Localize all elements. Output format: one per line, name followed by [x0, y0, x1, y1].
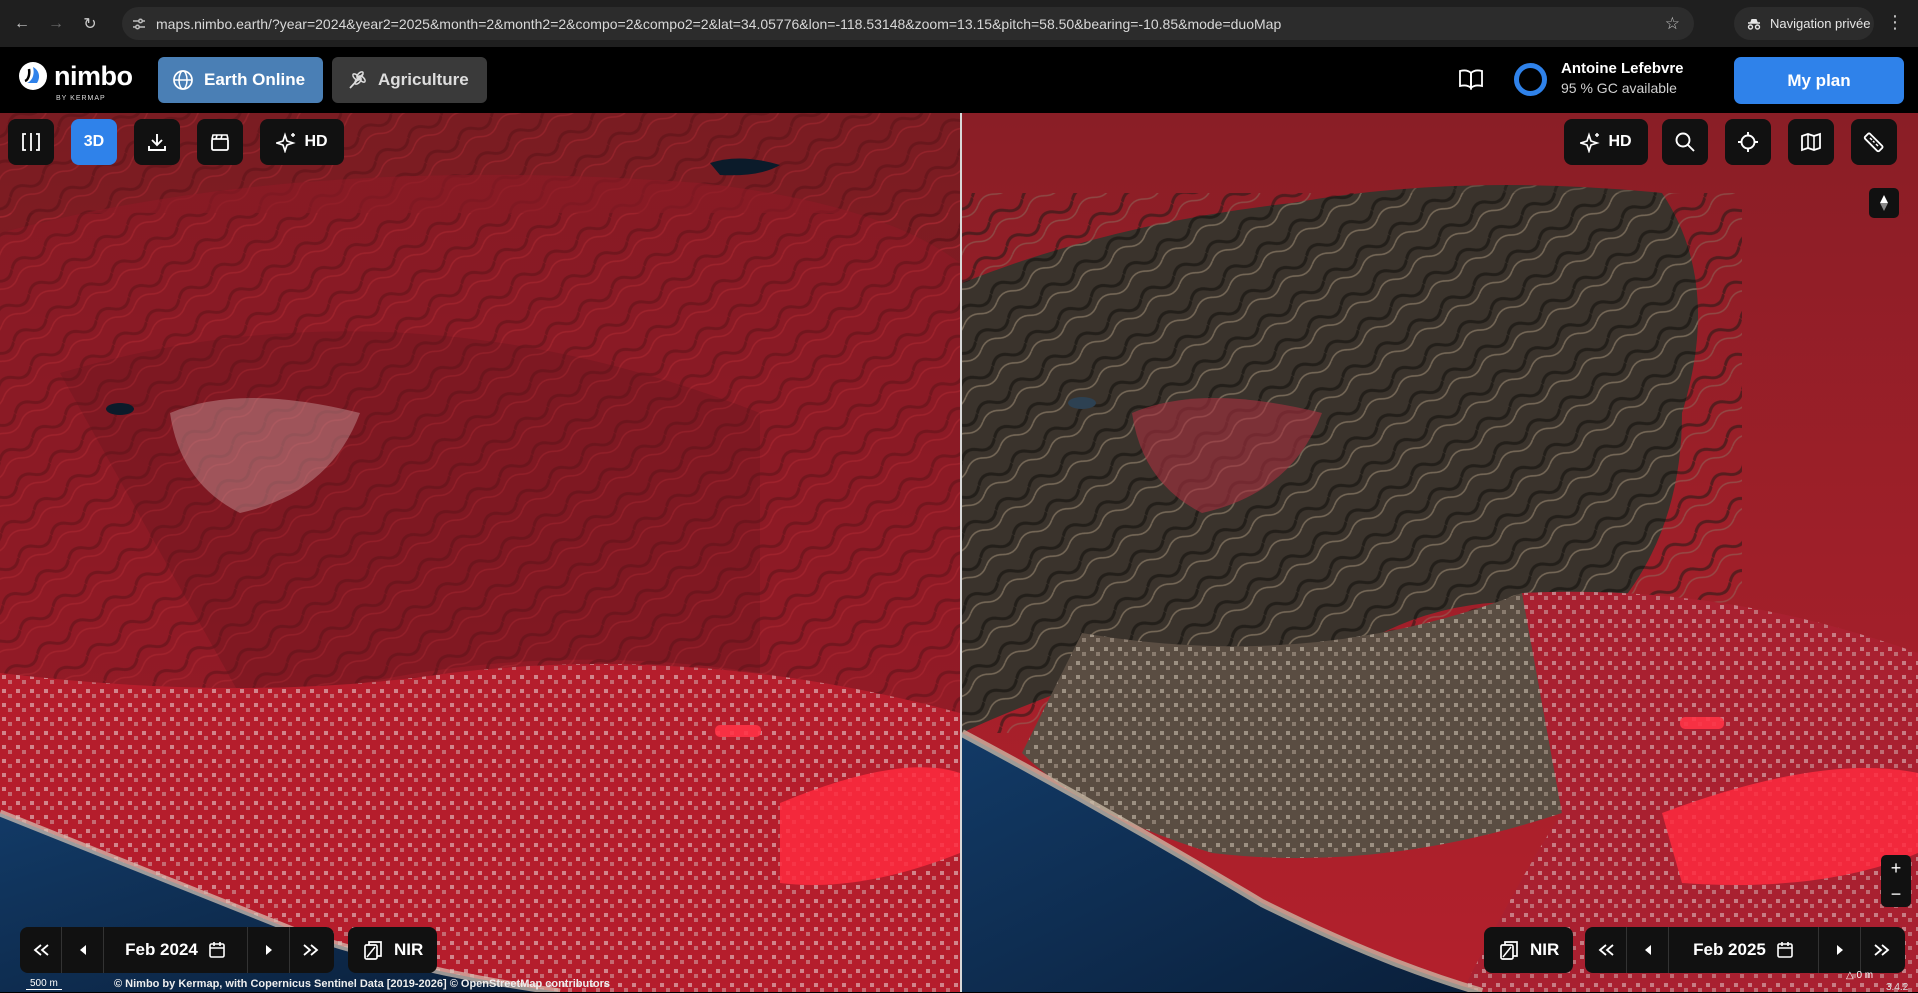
left-composite-button[interactable]: NIR [348, 927, 438, 973]
next-month-button[interactable] [248, 927, 290, 973]
rewind-year-button[interactable] [20, 927, 62, 973]
right-composite-button[interactable]: NIR [1484, 927, 1574, 973]
left-date-stepper: Feb 2024 [20, 927, 334, 973]
private-label: Navigation privée [1770, 16, 1871, 31]
forward-year-button[interactable] [290, 927, 332, 973]
left-date-picker[interactable]: Feb 2024 [104, 927, 248, 973]
gc-quota-ring-icon [1514, 63, 1547, 96]
3d-toggle-button[interactable]: 3D [71, 119, 117, 165]
ruler-icon [1863, 132, 1884, 153]
sparkle-icon [276, 132, 297, 153]
bookmark-star-icon[interactable]: ☆ [1665, 14, 1680, 34]
scale-bar: 500 m [26, 978, 62, 990]
logo-byline: BY KERMAP [56, 95, 106, 102]
map-attribution[interactable]: © Nimbo by Kermap, with Copernicus Senti… [114, 978, 610, 990]
caret-left-icon [79, 945, 86, 955]
forward-arrow-icon[interactable]: → [44, 12, 68, 36]
hd-button-right[interactable]: HD [1564, 119, 1648, 165]
mode-agriculture-button[interactable]: Agriculture [332, 57, 487, 103]
right-date-stepper: Feb 2025 [1585, 927, 1905, 973]
split-view-button[interactable] [8, 119, 54, 165]
user-name[interactable]: Antoine Lefebvre [1561, 60, 1684, 77]
calendar-icon [1777, 942, 1793, 958]
search-button[interactable] [1662, 119, 1708, 165]
my-plan-button[interactable]: My plan [1734, 57, 1904, 104]
address-bar[interactable]: maps.nimbo.earth/?year=2024&year2=2025&m… [122, 7, 1694, 40]
timelapse-button[interactable] [197, 119, 243, 165]
private-browsing-badge[interactable]: Navigation privée [1734, 7, 1874, 40]
search-icon [1675, 132, 1695, 152]
left-map-canvas[interactable]: 3D HD Feb 2024 NIR [0, 113, 960, 992]
double-chevron-left-icon [33, 944, 49, 956]
mode-agriculture-label: Agriculture [378, 70, 469, 89]
compass-needle-icon [1880, 195, 1888, 211]
split-view-icon [22, 133, 40, 151]
prev-month-button[interactable] [1627, 927, 1669, 973]
reload-icon[interactable]: ↻ [78, 12, 102, 36]
right-composite-label: NIR [1530, 940, 1560, 959]
calendar-icon [209, 942, 225, 958]
forward-year-button[interactable] [1861, 927, 1903, 973]
book-icon[interactable] [1458, 67, 1484, 96]
caret-right-icon [1836, 945, 1843, 955]
sparkle-icon [1580, 132, 1601, 153]
logo-wordmark: nimbo [54, 61, 133, 91]
measure-button[interactable] [1851, 119, 1897, 165]
zoom-control: + − [1881, 855, 1911, 907]
gc-available: 95 % GC available [1561, 80, 1677, 96]
zoom-in-button[interactable]: + [1891, 858, 1902, 879]
browser-menu-icon[interactable]: ⋮ [1886, 12, 1904, 33]
elevation-value: 0 m [1856, 970, 1874, 981]
clapperboard-icon [211, 134, 229, 151]
left-composite-label: NIR [394, 940, 424, 959]
download-button[interactable] [134, 119, 180, 165]
right-satellite-image [962, 113, 1918, 992]
right-date-label: Feb 2025 [1693, 940, 1766, 959]
right-date-picker[interactable]: Feb 2025 [1669, 927, 1819, 973]
3d-label: 3D [83, 133, 105, 150]
url-text: maps.nimbo.earth/?year=2024&year2=2025&m… [156, 15, 1282, 32]
basemap-button[interactable] [1788, 119, 1834, 165]
incognito-icon [1747, 18, 1761, 30]
hd-label-right: HD [1608, 133, 1632, 150]
site-settings-icon[interactable] [122, 16, 156, 32]
browser-toolbar: ← → ↻ maps.nimbo.earth/?year=2024&year2=… [0, 0, 1918, 47]
next-month-button[interactable] [1819, 927, 1861, 973]
nimbo-logo-mark [19, 62, 47, 90]
locate-button[interactable] [1725, 119, 1771, 165]
compass-button[interactable] [1869, 188, 1899, 218]
globe-icon [173, 70, 193, 90]
download-icon [148, 134, 166, 151]
hd-label-left: HD [304, 133, 328, 150]
left-satellite-image [0, 113, 960, 992]
left-date-label: Feb 2024 [125, 940, 198, 959]
back-arrow-icon[interactable]: ← [10, 12, 34, 36]
zoom-out-button[interactable]: − [1891, 884, 1902, 905]
right-map-canvas[interactable]: HD NIR Feb 2025 [962, 113, 1918, 992]
double-chevron-left-icon [1598, 944, 1614, 956]
wheat-icon [349, 71, 366, 89]
nimbo-logo[interactable]: nimbo BY KERMAP [18, 61, 133, 102]
hd-button-left[interactable]: HD [260, 119, 344, 165]
crosshair-icon [1738, 132, 1758, 152]
caret-right-icon [265, 945, 272, 955]
double-chevron-right-icon [1874, 944, 1890, 956]
map-icon [1801, 132, 1821, 152]
mode-earth-online-label: Earth Online [204, 70, 306, 89]
layers-swap-icon [364, 941, 382, 960]
rewind-year-button[interactable] [1585, 927, 1627, 973]
elevation-readout: △ 0 m [1846, 970, 1874, 981]
app-header: nimbo BY KERMAP Earth Online Agriculture… [0, 47, 1918, 113]
caret-left-icon [1644, 945, 1651, 955]
mode-earth-online-button[interactable]: Earth Online [158, 57, 323, 103]
prev-month-button[interactable] [62, 927, 104, 973]
version-readout: 3.4.2 [1886, 982, 1909, 993]
double-chevron-right-icon [303, 944, 319, 956]
layers-swap-icon [1500, 941, 1518, 960]
